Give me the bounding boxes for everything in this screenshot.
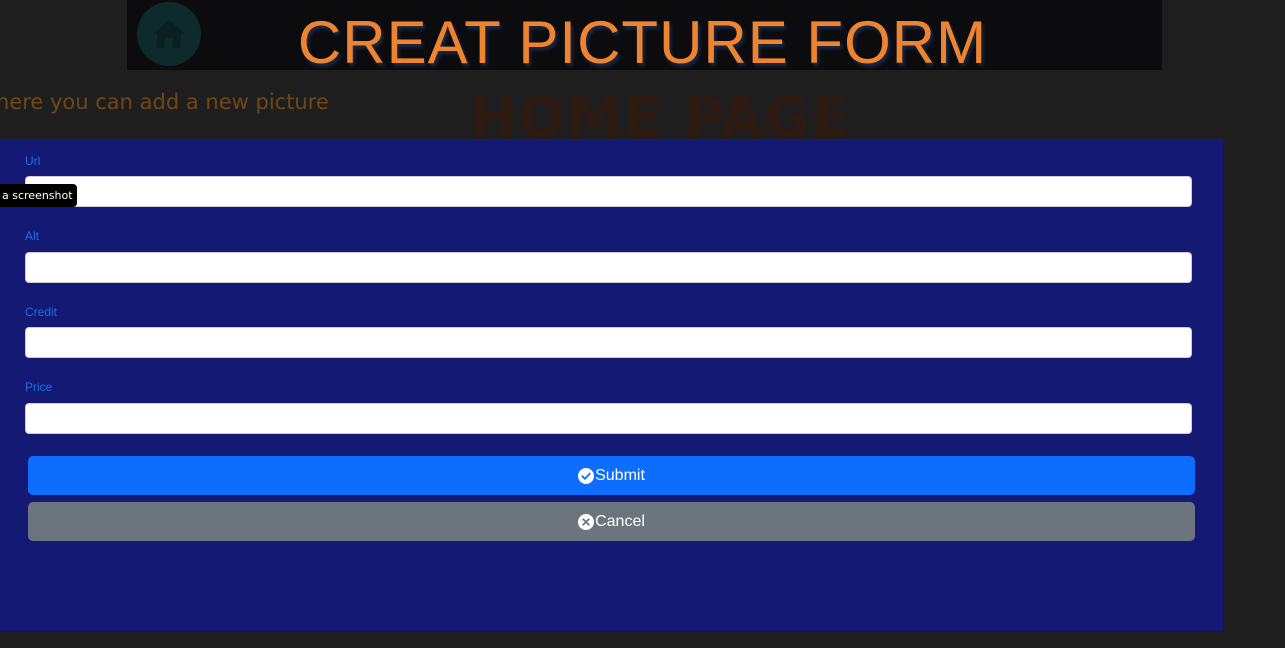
check-circle-icon (578, 467, 595, 484)
alt-input[interactable] (25, 252, 1192, 283)
credit-label: Credit (25, 305, 58, 319)
price-input[interactable] (25, 403, 1192, 434)
page-title: CREAT PICTURE FORM (297, 9, 988, 76)
credit-input[interactable] (25, 327, 1192, 358)
create-picture-form-panel (0, 139, 1223, 631)
url-input[interactable] (25, 176, 1192, 207)
price-label: Price (25, 380, 53, 394)
screenshot-tooltip: a screenshot (0, 184, 77, 207)
page-subtitle: here you can add a new picture (0, 90, 329, 114)
x-circle-icon (578, 513, 595, 530)
url-label: Url (25, 154, 41, 168)
submit-label: Submit (595, 466, 645, 484)
alt-label: Alt (25, 229, 40, 243)
cancel-label: Cancel (595, 512, 645, 530)
cancel-button[interactable]: Cancel (28, 502, 1195, 541)
submit-button[interactable]: Submit (28, 456, 1195, 495)
